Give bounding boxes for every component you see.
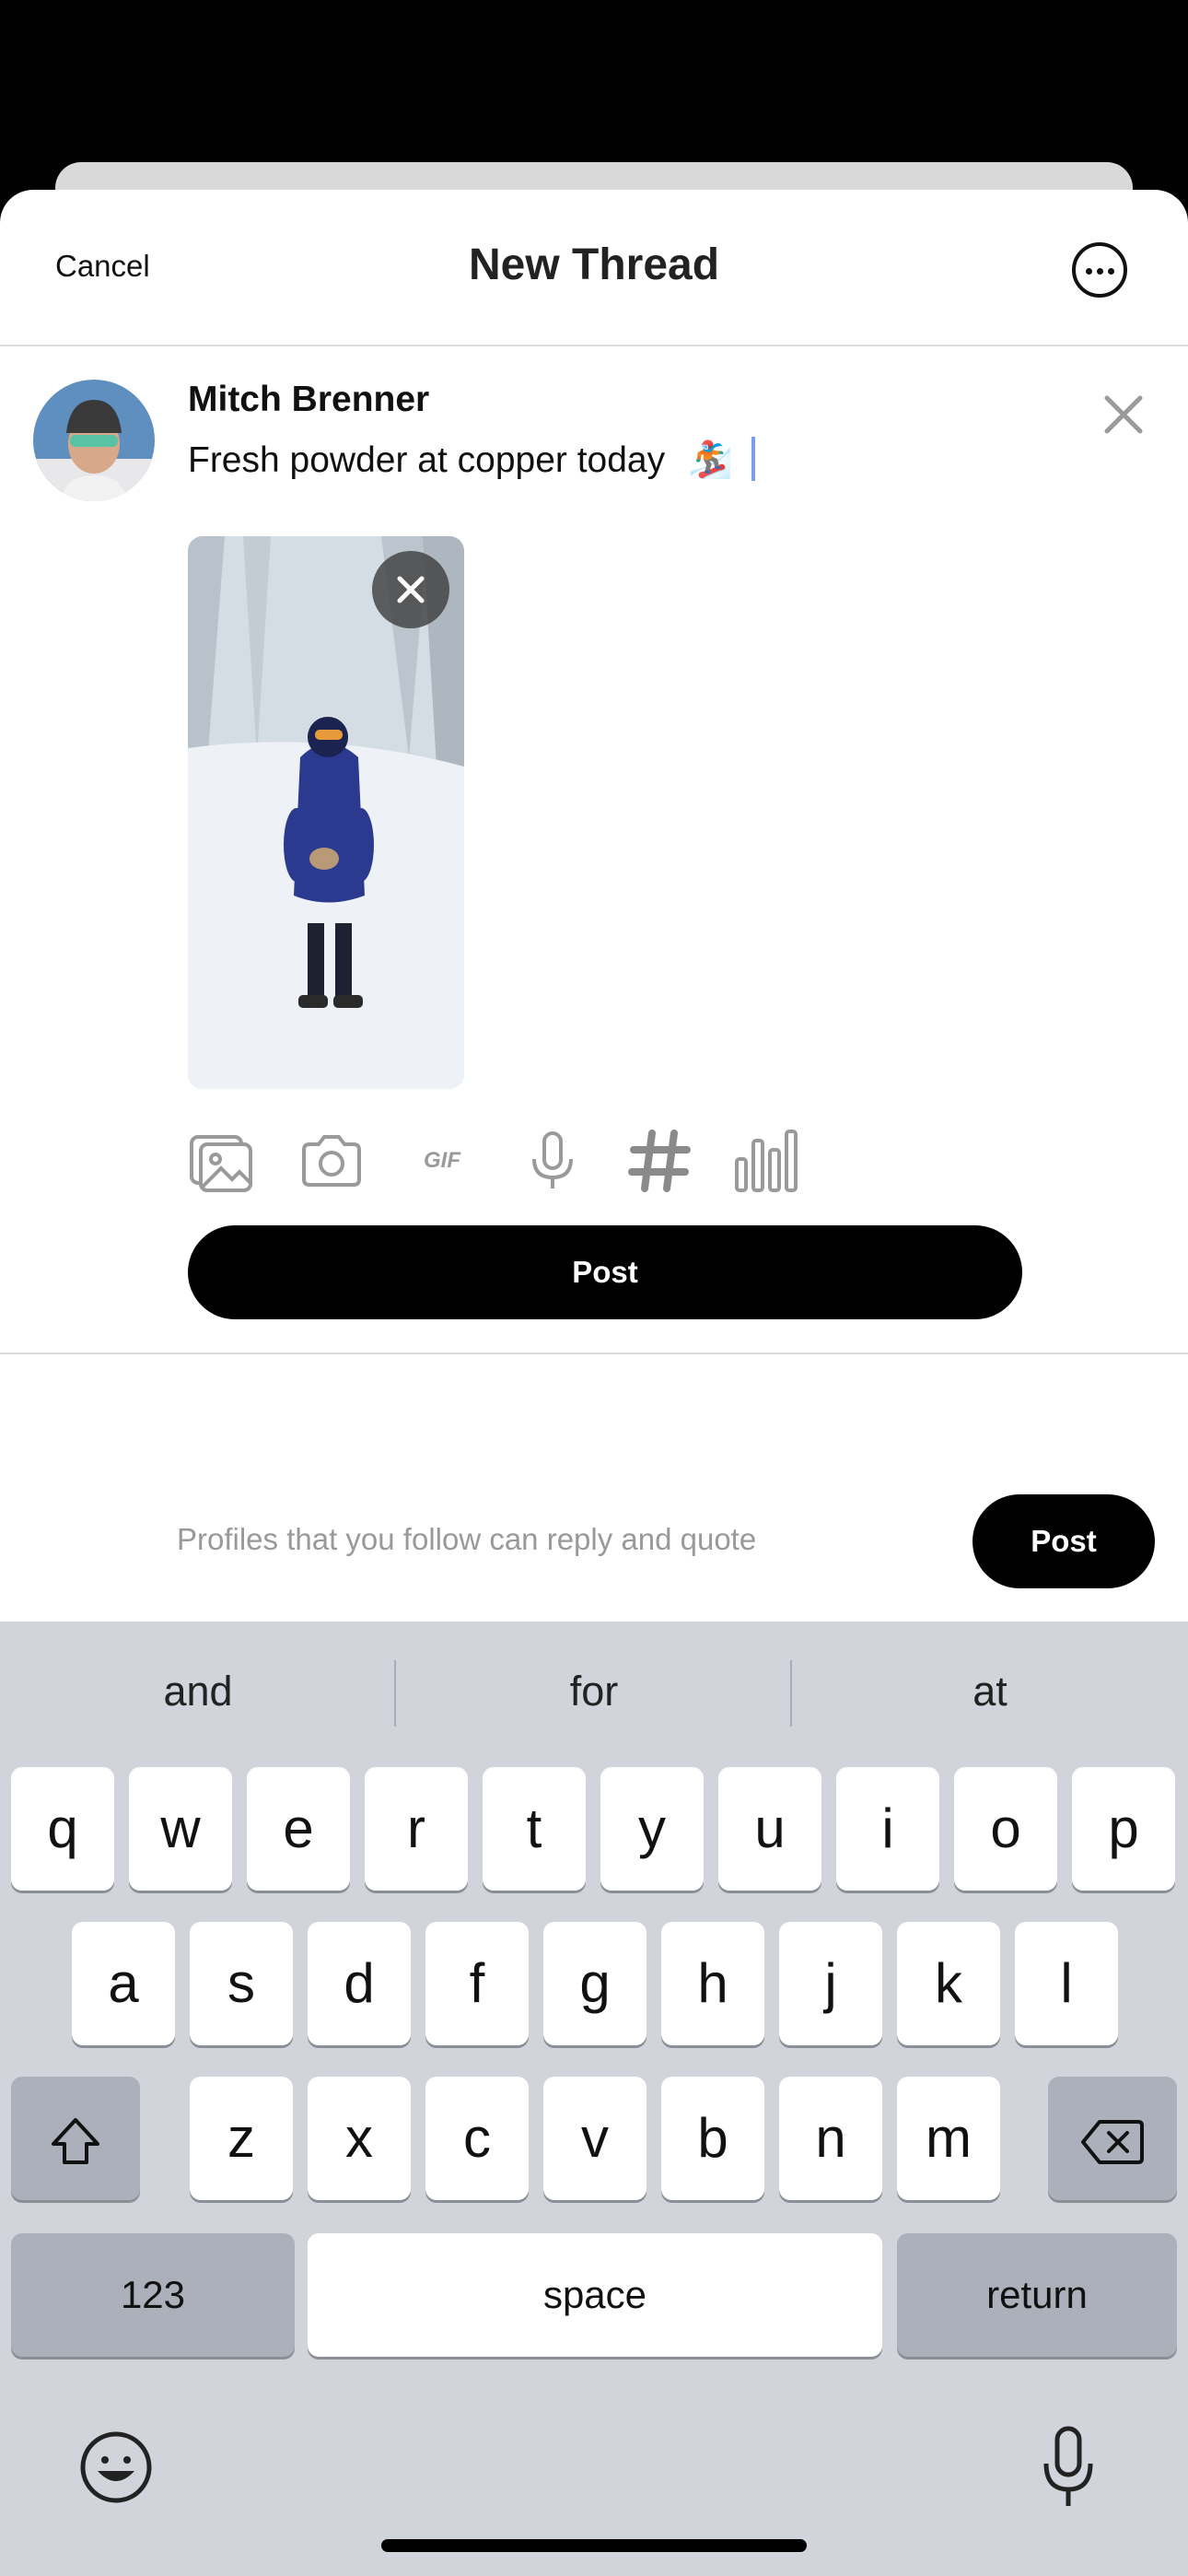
key-p[interactable]: p <box>1072 1767 1175 1891</box>
key-w[interactable]: w <box>129 1767 232 1891</box>
dictation-mic-icon[interactable] <box>1039 2423 1098 2512</box>
divider <box>0 1352 1188 1354</box>
key-n[interactable]: n <box>779 2077 882 2200</box>
user-name: Mitch Brenner <box>188 380 430 419</box>
post-button[interactable]: Post <box>188 1225 1022 1319</box>
key-c[interactable]: c <box>425 2077 529 2200</box>
key-h[interactable]: h <box>661 1922 764 2045</box>
key-x[interactable]: x <box>308 2077 411 2200</box>
key-g[interactable]: g <box>543 1922 646 2045</box>
post-text: Fresh powder at copper today <box>188 440 666 480</box>
post-text-input[interactable]: Fresh powder at copper today 🏂 <box>188 437 756 481</box>
key-j[interactable]: j <box>779 1922 882 2045</box>
photo-library-icon[interactable] <box>188 1128 254 1194</box>
reply-permission-setting[interactable]: Profiles that you follow can reply and q… <box>177 1522 756 1557</box>
snowboarder-emoji: 🏂 <box>687 440 733 480</box>
key-t[interactable]: t <box>483 1767 586 1891</box>
key-v[interactable]: v <box>543 2077 646 2200</box>
avatar <box>33 380 155 501</box>
cancel-button[interactable]: Cancel <box>55 249 150 284</box>
key-r[interactable]: r <box>365 1767 468 1891</box>
post-submit-button[interactable]: Post <box>973 1494 1155 1588</box>
poll-icon[interactable] <box>733 1128 799 1194</box>
key-b[interactable]: b <box>661 2077 764 2200</box>
delete-key[interactable] <box>1048 2077 1177 2200</box>
key-z[interactable]: z <box>190 2077 293 2200</box>
microphone-icon[interactable] <box>519 1128 586 1194</box>
key-e[interactable]: e <box>247 1767 350 1891</box>
key-l[interactable]: l <box>1015 1922 1118 2045</box>
key-i[interactable]: i <box>836 1767 939 1891</box>
suggestion-and[interactable]: and <box>0 1655 396 1728</box>
page-title: New Thread <box>468 240 720 289</box>
key-q[interactable]: q <box>11 1767 114 1891</box>
nav-bar: Cancel New Thread <box>0 190 1188 346</box>
return-key[interactable]: return <box>897 2233 1177 2357</box>
camera-icon[interactable] <box>298 1128 365 1194</box>
key-s[interactable]: s <box>190 1922 293 2045</box>
key-y[interactable]: y <box>600 1767 704 1891</box>
shift-icon <box>52 2118 99 2165</box>
key-k[interactable]: k <box>897 1922 1000 2045</box>
shift-key[interactable] <box>11 2077 140 2200</box>
emoji-icon[interactable] <box>77 2429 155 2506</box>
numbers-key[interactable]: 123 <box>11 2233 295 2357</box>
key-o[interactable]: o <box>954 1767 1057 1891</box>
keyboard: and for at q w e r t y u i o p a s d f g… <box>0 1622 1188 2576</box>
backspace-icon <box>1081 2120 1144 2165</box>
suggestion-at[interactable]: at <box>792 1655 1188 1728</box>
attached-photo <box>188 536 464 1089</box>
suggestion-for[interactable]: for <box>396 1655 792 1728</box>
key-d[interactable]: d <box>308 1922 411 2045</box>
remove-photo-button[interactable] <box>372 551 449 628</box>
gif-label: GIF <box>424 1148 460 1173</box>
remove-thread-icon[interactable] <box>1101 392 1146 437</box>
text-cursor <box>751 437 756 481</box>
hashtag-icon[interactable] <box>626 1128 693 1194</box>
gif-icon[interactable]: GIF <box>409 1128 475 1194</box>
key-f[interactable]: f <box>425 1922 529 2045</box>
space-key[interactable]: space <box>308 2233 882 2357</box>
key-u[interactable]: u <box>718 1767 821 1891</box>
key-a[interactable]: a <box>72 1922 175 2045</box>
home-indicator <box>381 2539 807 2552</box>
more-options-icon[interactable] <box>1072 242 1127 298</box>
key-m[interactable]: m <box>897 2077 1000 2200</box>
